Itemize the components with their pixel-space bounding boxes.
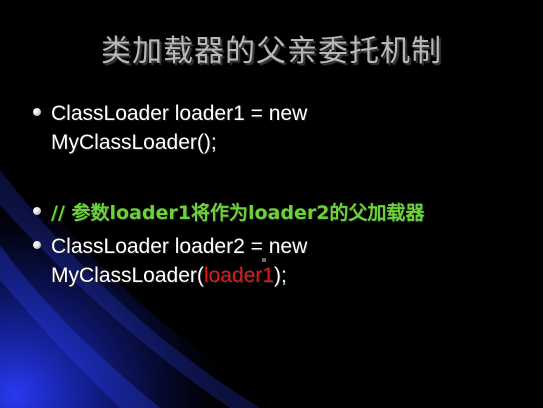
code-suffix: ); bbox=[273, 264, 287, 287]
bullet-icon bbox=[33, 207, 41, 215]
bullet-text: // 参数loader1将作为loader2的父加载器 bbox=[51, 198, 531, 228]
code-line: ClassLoader loader1 = new bbox=[51, 102, 308, 125]
slide-title: 类加载器的父亲委托机制 bbox=[101, 34, 442, 69]
bullet-icon bbox=[33, 241, 41, 249]
code-comment: // 参数loader1将作为loader2的父加载器 bbox=[51, 202, 425, 224]
bullet-icon bbox=[33, 108, 41, 116]
bullet-item-loader1: ClassLoader loader1 = new MyClassLoader(… bbox=[33, 99, 533, 159]
code-line: MyClassLoader(); bbox=[51, 131, 217, 154]
small-marker bbox=[262, 258, 266, 262]
code-line: ClassLoader loader2 = new bbox=[51, 235, 308, 258]
code-prefix: MyClassLoader( bbox=[51, 264, 204, 287]
bullet-item-loader2: ClassLoader loader2 = new MyClassLoader(… bbox=[33, 232, 533, 292]
bullet-text: ClassLoader loader1 = new MyClassLoader(… bbox=[51, 99, 531, 157]
bullet-item-comment: // 参数loader1将作为loader2的父加载器 bbox=[33, 198, 533, 228]
bullet-text: ClassLoader loader2 = new MyClassLoader(… bbox=[51, 232, 531, 290]
highlighted-argument: loader1 bbox=[203, 264, 274, 287]
slide: 类加载器的父亲委托机制 ClassLoader loader1 = new My… bbox=[0, 0, 543, 408]
